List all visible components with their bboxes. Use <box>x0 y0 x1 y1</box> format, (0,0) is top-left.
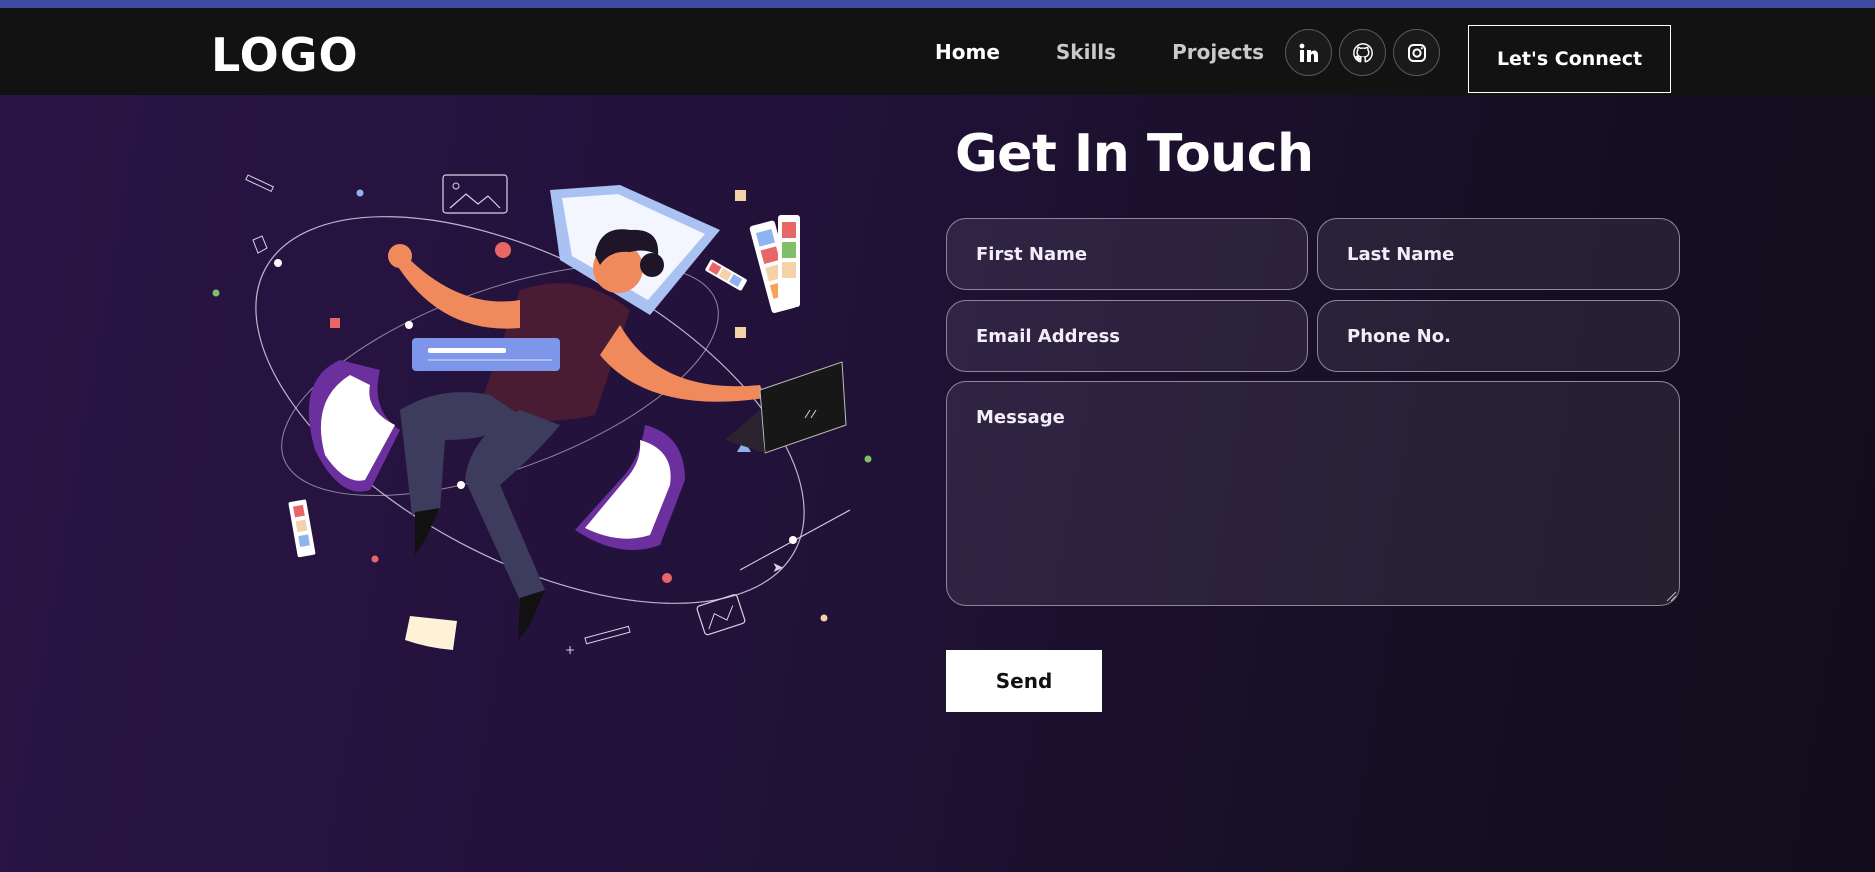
person <box>518 590 545 640</box>
person <box>640 253 664 277</box>
pen-tool <box>245 174 275 193</box>
message-field[interactable]: Message <box>946 381 1680 606</box>
ruler <box>584 625 631 645</box>
note-card <box>405 616 457 650</box>
decor-dot <box>864 455 872 463</box>
instagram-icon <box>1407 43 1426 62</box>
resize-handle-icon[interactable] <box>1665 590 1677 602</box>
decor-square <box>330 318 340 328</box>
color-swatches <box>778 215 800 307</box>
github-icon <box>1352 42 1373 62</box>
orbit-node <box>405 321 413 329</box>
nav-link-skills[interactable]: Skills <box>1056 40 1116 64</box>
decor-dot <box>356 189 364 197</box>
sparkle-icon: + <box>565 643 575 657</box>
orbit-node <box>789 536 797 544</box>
decor-square <box>735 190 746 201</box>
email-field[interactable]: Email Address <box>946 300 1308 372</box>
contact-illustration: + ➤ <box>212 174 872 657</box>
instagram-button[interactable] <box>1393 29 1440 76</box>
decor-dot <box>212 289 220 297</box>
pen-tool <box>252 235 268 254</box>
person <box>465 410 560 600</box>
person <box>388 244 412 268</box>
cursor-icon: ➤ <box>772 560 784 576</box>
decor-dot <box>495 242 511 258</box>
image-frame <box>449 193 501 209</box>
laptop <box>759 361 847 454</box>
send-button[interactable]: Send <box>946 650 1102 712</box>
chat-card <box>412 338 560 371</box>
person <box>395 255 520 329</box>
orbit-node <box>274 259 282 267</box>
last-name-field[interactable]: Last Name <box>1317 218 1680 290</box>
decor-dot <box>662 573 672 583</box>
github-button[interactable] <box>1339 29 1386 76</box>
image-frame <box>452 182 460 190</box>
decor-dot <box>371 555 379 563</box>
color-swatches <box>288 499 316 558</box>
nav-link-home[interactable]: Home <box>935 40 1000 64</box>
top-accent-strip <box>0 0 1875 8</box>
linkedin-button[interactable] <box>1285 29 1332 76</box>
image-frame <box>442 174 508 214</box>
person <box>415 508 440 555</box>
page-title: Get In Touch <box>955 124 1314 184</box>
phone-field[interactable]: Phone No. <box>1317 300 1680 372</box>
navbar: LOGO Home Skills Projects Let's Connect <box>0 8 1875 95</box>
first-name-field[interactable]: First Name <box>946 218 1308 290</box>
linkedin-icon <box>1299 43 1318 62</box>
decor-square <box>735 327 746 338</box>
decor-dot <box>820 614 828 622</box>
postcard-icon <box>696 594 746 636</box>
chat-card <box>428 348 506 353</box>
nav-links: Home Skills Projects <box>935 40 1320 64</box>
logo[interactable]: LOGO <box>211 28 359 82</box>
lets-connect-button[interactable]: Let's Connect <box>1468 25 1671 93</box>
nav-link-projects[interactable]: Projects <box>1172 40 1264 64</box>
color-swatches <box>705 259 747 291</box>
orbit-node <box>457 481 465 489</box>
